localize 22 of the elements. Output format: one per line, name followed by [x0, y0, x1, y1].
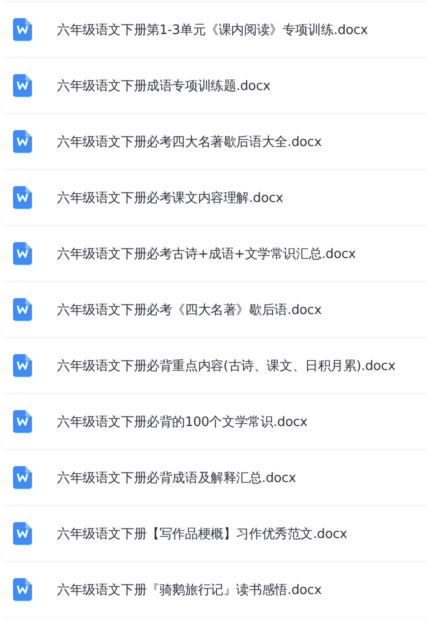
file-name[interactable]: 六年级语文下册【写作品梗概】习作优秀范文.docx	[57, 524, 348, 542]
document-icon	[13, 242, 32, 265]
file-name[interactable]: 六年级语文下册必考古诗+成语+文学常识汇总.docx	[57, 244, 356, 262]
document-icon	[13, 578, 32, 601]
document-icon	[13, 354, 32, 377]
document-icon	[13, 186, 32, 209]
file-name[interactable]: 六年级语文下册必背成语及解释汇总.docx	[57, 468, 296, 486]
file-name[interactable]: 六年级语文下册必考四大名著歇后语大全.docx	[57, 132, 322, 150]
file-name[interactable]: 六年级语文下册第1-3单元《课内阅读》专项训练.docx	[57, 20, 368, 38]
file-name[interactable]: 六年级语文下册成语专项训练题.docx	[57, 76, 270, 94]
document-icon	[13, 298, 32, 321]
document-icon	[13, 522, 32, 545]
document-icon	[13, 18, 32, 41]
document-icon	[13, 466, 32, 489]
file-name[interactable]: 六年级语文下册『骑鹅旅行记』读书感悟.docx	[57, 580, 322, 598]
document-icon	[13, 130, 32, 153]
document-icon	[13, 74, 32, 97]
file-name[interactable]: 六年级语文下册必背的100个文学常识.docx	[57, 412, 308, 430]
file-name[interactable]: 六年级语文下册必考课文内容理解.docx	[57, 188, 284, 206]
file-name[interactable]: 六年级语文下册必考《四大名著》歇后语.docx	[57, 300, 322, 318]
document-icon	[13, 410, 32, 433]
file-name[interactable]: 六年级语文下册必背重点内容(古诗、课文、日积月累).docx	[57, 356, 396, 374]
